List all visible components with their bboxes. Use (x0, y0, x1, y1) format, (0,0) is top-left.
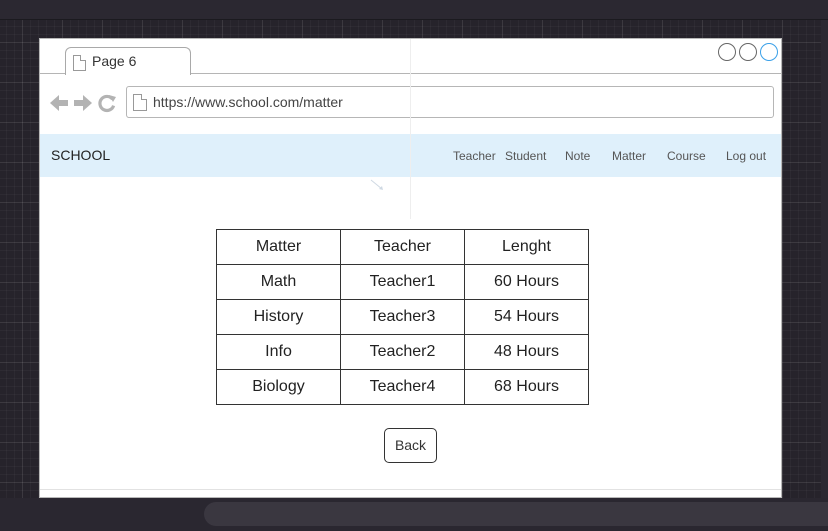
page-bottom-divider (40, 489, 781, 490)
nav-item-course[interactable]: Course (667, 149, 706, 163)
back-arrow-icon[interactable] (49, 93, 69, 113)
nav-item-teacher[interactable]: Teacher (453, 149, 496, 163)
page-icon (133, 94, 147, 111)
navigation-buttons (49, 93, 117, 113)
table-cell: 68 Hours (464, 369, 589, 405)
page-icon (73, 55, 86, 71)
horizontal-scrollbar[interactable] (204, 502, 828, 526)
address-bar[interactable] (126, 86, 774, 118)
editor-top-bar (0, 0, 828, 20)
table-cell: Teacher4 (340, 369, 465, 405)
nav-item-student[interactable]: Student (505, 149, 546, 163)
matter-table: Matter Teacher Lenght Math Teacher1 60 H… (216, 229, 589, 405)
nav-item-note[interactable]: Note (565, 149, 590, 163)
table-cell: Biology (216, 369, 341, 405)
forward-arrow-icon[interactable] (73, 93, 93, 113)
guide-arrow-icon (370, 179, 383, 190)
header-cell-matter: Matter (216, 229, 341, 265)
back-button[interactable]: Back (384, 428, 437, 463)
nav-item-logout[interactable]: Log out (726, 149, 766, 163)
table-cell: Math (216, 264, 341, 300)
url-input[interactable] (153, 94, 753, 110)
nav-item-matter[interactable]: Matter (612, 149, 646, 163)
table-cell: Teacher1 (340, 264, 465, 300)
layout-guide-line (410, 39, 411, 219)
table-cell: Teacher2 (340, 334, 465, 370)
table-row: Math Teacher1 60 Hours (216, 264, 589, 300)
table-cell: 60 Hours (464, 264, 589, 300)
reload-icon[interactable] (97, 93, 117, 113)
header-cell-teacher: Teacher (340, 229, 465, 265)
table-cell: 54 Hours (464, 299, 589, 335)
maximize-button[interactable] (739, 43, 757, 61)
table-cell: 48 Hours (464, 334, 589, 370)
table-cell: Teacher3 (340, 299, 465, 335)
table-cell: History (216, 299, 341, 335)
table-header-row: Matter Teacher Lenght (216, 229, 589, 265)
table-row: Info Teacher2 48 Hours (216, 334, 589, 370)
editor-right-strip (821, 20, 828, 498)
table-cell: Info (216, 334, 341, 370)
close-button[interactable] (760, 43, 778, 61)
window-controls (718, 43, 778, 61)
minimize-button[interactable] (718, 43, 736, 61)
header-cell-length: Lenght (464, 229, 589, 265)
table-row: Biology Teacher4 68 Hours (216, 369, 589, 405)
browser-tab[interactable]: Page 6 (65, 47, 191, 75)
table-row: History Teacher3 54 Hours (216, 299, 589, 335)
browser-window: Page 6 SCHOOL Teacher (39, 38, 782, 498)
tab-label: Page 6 (92, 53, 137, 69)
